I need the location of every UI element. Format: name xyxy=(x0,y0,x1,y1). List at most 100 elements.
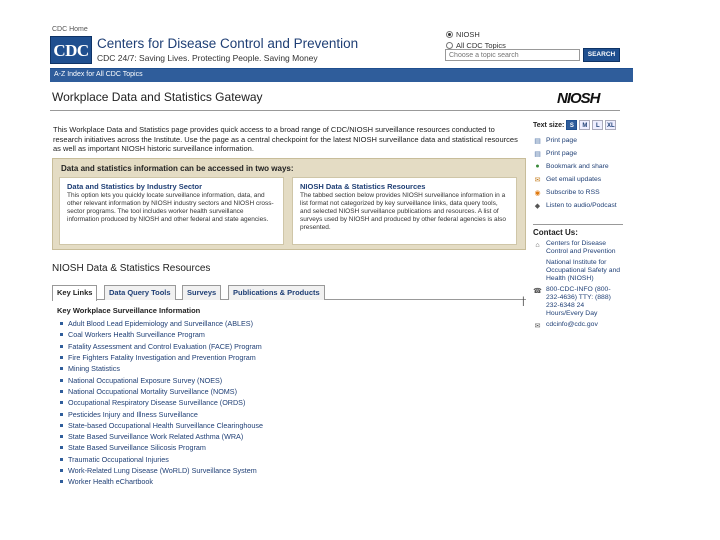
resource-link[interactable]: Mining Statistics xyxy=(68,364,120,373)
bookmark-icon: ● xyxy=(535,163,540,170)
sidebar-tool-label: Print page xyxy=(546,137,577,144)
resource-link[interactable]: Work-Related Lung Disease (WoRLD) Survei… xyxy=(68,466,257,475)
resource-link[interactable]: State Based Surveillance Silicosis Progr… xyxy=(68,443,206,452)
resources-link[interactable]: NIOSH Data & Statistics Resources xyxy=(300,182,509,191)
contact-header: Contact Us: xyxy=(533,224,623,237)
email-icon: ✉ xyxy=(534,176,541,184)
text-size-m[interactable]: M xyxy=(579,120,591,130)
sidebar-tool-label: Bookmark and share xyxy=(546,163,609,170)
sidebar-tool-label: Get email updates xyxy=(546,176,602,183)
bullet-icon xyxy=(60,322,63,326)
access-info-box: Data and statistics information can be a… xyxy=(52,158,526,250)
contact-item[interactable]: ✉ cdcinfo@cdc.gov xyxy=(533,321,623,331)
list-item[interactable]: Pesticides Injury and Illness Surveillan… xyxy=(60,408,263,419)
resource-link[interactable]: Worker Health eChartbook xyxy=(68,477,153,486)
resource-link[interactable]: Traumatic Occupational Injuries xyxy=(68,455,169,464)
search-scope-niosh[interactable]: NIOSH xyxy=(446,29,506,39)
sidebar-tool-label: Print page xyxy=(546,150,577,157)
search-button[interactable]: SEARCH xyxy=(583,48,620,62)
contact-label: Centers for Disease Control and Preventi… xyxy=(546,240,616,255)
list-item[interactable]: National Occupational Mortality Surveill… xyxy=(60,386,263,397)
resource-link[interactable]: Coal Workers Health Surveillance Program xyxy=(68,330,205,339)
info-box-header: Data and statistics information can be a… xyxy=(61,164,294,173)
list-item[interactable]: State-based Occupational Health Surveill… xyxy=(60,420,263,431)
bullet-icon xyxy=(60,412,63,416)
resources-description: The tabbed section below provides NIOSH … xyxy=(300,192,506,231)
search-input[interactable] xyxy=(445,49,580,61)
tab-surveys[interactable]: Surveys xyxy=(182,285,222,300)
cdc-logo[interactable]: CDC xyxy=(50,36,92,64)
tab-publications-products[interactable]: Publications & Products xyxy=(228,285,325,300)
key-links-list: Adult Blood Lead Epidemiology and Survei… xyxy=(60,318,263,487)
sidebar-tool-link[interactable]: ▤ Print page xyxy=(533,134,623,147)
tab-data-query-tools[interactable]: Data Query Tools xyxy=(104,285,176,300)
resource-link[interactable]: State-based Occupational Health Surveill… xyxy=(68,421,263,430)
text-size-xl[interactable]: XL xyxy=(605,120,617,130)
bullet-icon xyxy=(60,367,63,371)
resource-link[interactable]: Pesticides Injury and Illness Surveillan… xyxy=(68,410,198,419)
industry-sector-panel: Data and Statistics by Industry Sector T… xyxy=(59,177,284,245)
sidebar-tool-link[interactable]: ▤ Print page xyxy=(533,147,623,160)
resource-link[interactable]: Occupational Respiratory Disease Surveil… xyxy=(68,398,245,407)
list-item[interactable]: Coal Workers Health Surveillance Program xyxy=(60,329,263,340)
tab-panel-edge: ▏ xyxy=(523,297,530,306)
envelope-icon: ✉ xyxy=(534,322,541,330)
list-item[interactable]: Adult Blood Lead Epidemiology and Survei… xyxy=(60,318,263,329)
az-index-link[interactable]: A-Z Index for All CDC Topics xyxy=(54,71,143,78)
radio-icon[interactable] xyxy=(446,41,453,49)
industry-sector-link[interactable]: Data and Statistics by Industry Sector xyxy=(67,182,276,191)
resource-link[interactable]: National Occupational Exposure Survey (N… xyxy=(68,376,222,385)
sidebar-tool-label: Subscribe to RSS xyxy=(546,189,600,196)
resources-title: NIOSH Data & Statistics Resources xyxy=(52,263,211,274)
bullet-icon xyxy=(60,401,63,405)
industry-sector-description: This option lets you quickly locate surv… xyxy=(67,192,274,223)
list-item[interactable]: Occupational Respiratory Disease Surveil… xyxy=(60,397,263,408)
list-item[interactable]: Traumatic Occupational Injuries xyxy=(60,454,263,465)
section-header: Key Workplace Surveillance Information xyxy=(57,306,201,315)
list-item[interactable]: National Occupational Exposure Survey (N… xyxy=(60,374,263,385)
list-item[interactable]: State Based Surveillance Silicosis Progr… xyxy=(60,442,263,453)
resource-link[interactable]: Adult Blood Lead Epidemiology and Survei… xyxy=(68,319,253,328)
intro-text: This Workplace Data and Statistics page … xyxy=(53,125,518,153)
print-icon: ▤ xyxy=(534,150,541,158)
list-item[interactable]: Fatality Assessment and Control Evaluati… xyxy=(60,341,263,352)
list-item[interactable]: Fire Fighters Fatality Investigation and… xyxy=(60,352,263,363)
resource-link[interactable]: Fire Fighters Fatality Investigation and… xyxy=(68,353,256,362)
bullet-icon xyxy=(60,344,63,348)
text-size-s[interactable]: S xyxy=(566,120,578,130)
resource-link[interactable]: State Based Surveillance Work Related As… xyxy=(68,432,243,441)
sidebar-tool-link[interactable]: ◉ Subscribe to RSS xyxy=(533,186,623,199)
cdc-home-link[interactable]: CDC Home xyxy=(52,26,88,33)
contact-label: 800-CDC-INFO (800-232-4636) TTY: (888) 2… xyxy=(546,286,611,317)
bullet-icon xyxy=(60,446,63,450)
sidebar-tool-link[interactable]: ✉ Get email updates xyxy=(533,173,623,186)
text-size-label: Text size: xyxy=(533,121,565,129)
rss-icon: ◉ xyxy=(534,189,541,197)
bullet-icon xyxy=(60,435,63,439)
nav-bar: A-Z Index for All CDC Topics xyxy=(50,68,633,82)
contact-item[interactable]: National Institute for Occupational Safe… xyxy=(533,259,623,283)
bullet-icon xyxy=(60,457,63,461)
spacer-icon xyxy=(533,260,542,269)
resources-panel: NIOSH Data & Statistics Resources The ta… xyxy=(292,177,517,245)
radio-selected-icon[interactable] xyxy=(446,30,453,38)
niosh-logo[interactable]: NIOSH xyxy=(557,90,601,107)
bullet-icon xyxy=(60,356,63,360)
resource-link[interactable]: National Occupational Mortality Surveill… xyxy=(68,387,237,396)
resource-link[interactable]: Fatality Assessment and Control Evaluati… xyxy=(68,342,262,351)
list-item[interactable]: Mining Statistics xyxy=(60,363,263,374)
tab-key-links[interactable]: Key Links xyxy=(52,285,98,301)
podcast-icon: ◆ xyxy=(534,202,541,210)
bullet-icon xyxy=(60,480,63,484)
sidebar-tool-link[interactable]: ◆ Listen to audio/Podcast xyxy=(533,199,623,212)
contact-item[interactable]: ⌂ Centers for Disease Control and Prevent… xyxy=(533,240,623,256)
list-item[interactable]: State Based Surveillance Work Related As… xyxy=(60,431,263,442)
sidebar-tool-link[interactable]: ● Bookmark and share xyxy=(533,160,623,173)
list-item[interactable]: Work-Related Lung Disease (WoRLD) Survei… xyxy=(60,465,263,476)
contact-item[interactable]: ☎ 800-CDC-INFO (800-232-4636) TTY: (888) … xyxy=(533,286,623,318)
bullet-icon xyxy=(60,389,63,393)
list-item[interactable]: Worker Health eChartbook xyxy=(60,476,263,487)
text-size-l[interactable]: L xyxy=(592,120,604,130)
search-scope-options: NIOSH All CDC Topics xyxy=(446,29,506,51)
sidebar-tool-label: Listen to audio/Podcast xyxy=(546,202,617,209)
